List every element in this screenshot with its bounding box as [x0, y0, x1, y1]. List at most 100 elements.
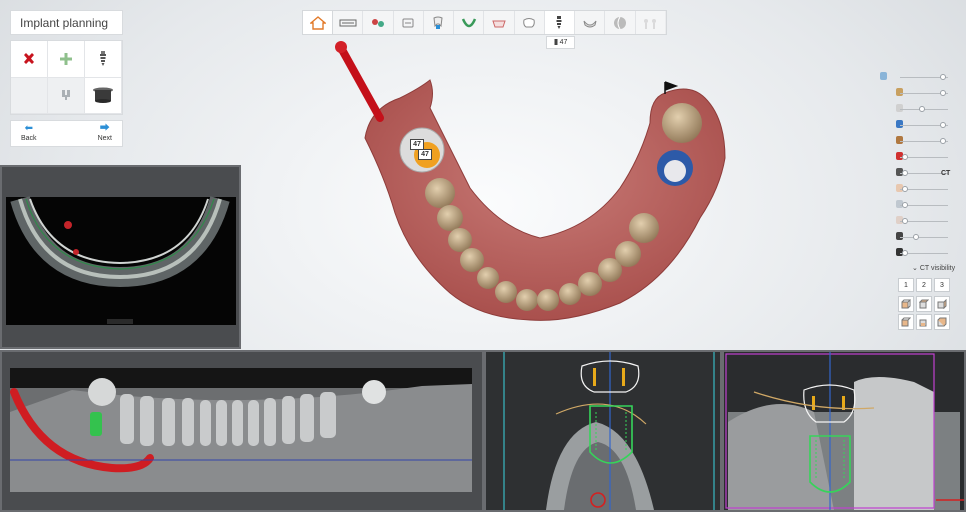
tooth-icon [523, 17, 535, 27]
home-button[interactable] [303, 11, 333, 34]
visibility-slider-4[interactable] [878, 120, 954, 130]
model-icon [402, 18, 414, 27]
panoramic-image [10, 368, 472, 492]
bottom-view-icon [919, 319, 927, 327]
jaw-model-icon [896, 88, 903, 96]
slider-track[interactable] [900, 237, 948, 238]
slider-knob[interactable] [902, 250, 909, 256]
back-view-icon [937, 317, 947, 327]
abutment-button[interactable] [48, 77, 85, 114]
slider-knob[interactable] [902, 170, 909, 176]
visibility-slider-12[interactable] [878, 248, 954, 258]
delete-implant-button[interactable] [11, 41, 48, 78]
visibility-slider-11[interactable] [878, 232, 954, 242]
layout-button-2[interactable]: 2 [916, 278, 932, 292]
segmentation-icon [371, 18, 384, 27]
step-tooth[interactable] [515, 11, 545, 34]
layout-buttons: 1 2 3 [898, 278, 950, 292]
tool-grid [10, 40, 123, 115]
guide-visibility-icon [896, 136, 903, 144]
layout-button-1[interactable]: 1 [898, 278, 914, 292]
slider-knob[interactable] [902, 202, 909, 208]
right-view-button[interactable] [934, 296, 950, 312]
axial-ct-image [6, 196, 236, 325]
drill-axis[interactable] [335, 41, 384, 122]
view-cube-buttons [898, 296, 950, 330]
step-model[interactable] [394, 11, 424, 34]
visibility-sliders [878, 68, 958, 268]
slider-knob[interactable] [939, 74, 946, 80]
top-view-button[interactable] [898, 314, 914, 330]
axial-ct-view[interactable] [0, 165, 241, 349]
step-guide[interactable] [575, 11, 606, 34]
implant-visibility-icon [880, 72, 887, 80]
slider-knob[interactable] [902, 186, 909, 192]
sleeve-button[interactable] [85, 77, 122, 114]
step-sphere[interactable] [605, 11, 636, 34]
sphere-icon [614, 16, 627, 29]
slider-knob[interactable] [918, 106, 925, 112]
slider-knob[interactable] [939, 122, 946, 128]
back-label: Back [21, 135, 37, 142]
implant-pano-marker[interactable] [90, 412, 102, 436]
ct-slider-label: CT [941, 170, 951, 177]
front-view-button[interactable] [898, 296, 914, 312]
add-implant-button[interactable] [48, 41, 85, 78]
front-view-icon [901, 299, 911, 309]
implant-library-button[interactable] [85, 41, 122, 78]
right-view-icon [937, 299, 947, 309]
cross-section-image [486, 352, 720, 510]
home-icon [309, 15, 326, 30]
step-implant[interactable] [544, 11, 576, 34]
chevron-down-icon: ⌄ [912, 265, 918, 272]
step-crown[interactable] [484, 11, 515, 34]
visibility-slider-9[interactable] [878, 200, 954, 210]
tangential-view[interactable] [722, 350, 966, 512]
implant-step-icon [556, 15, 562, 29]
tooth-model-icon [896, 104, 903, 112]
guide-icon [583, 20, 597, 27]
ct-visibility-toggle[interactable]: ⌄ CT visibility [912, 264, 955, 272]
sleeve-icon [93, 87, 113, 104]
left-view-icon [919, 299, 929, 309]
workflow-toolbar [302, 10, 667, 35]
visibility-slider-8[interactable] [878, 184, 954, 194]
tooth-select-icon [433, 16, 443, 29]
visibility-slider-1[interactable] [878, 72, 954, 82]
bottom-view-button[interactable] [916, 314, 932, 330]
panoramic-view[interactable] [0, 350, 484, 512]
step-arch[interactable] [454, 11, 485, 34]
visibility-slider-2[interactable] [878, 88, 954, 98]
slider-knob[interactable] [939, 138, 946, 144]
export-icon [644, 18, 657, 29]
ct-visibility-label: CT visibility [919, 265, 956, 272]
tangential-image [724, 352, 964, 510]
slider-knob[interactable] [902, 218, 909, 224]
arrow-right-icon: ⮕ [99, 123, 110, 134]
back-view-button[interactable] [934, 314, 950, 330]
guide-sleeve-right [657, 150, 693, 186]
visibility-slider-5[interactable] [878, 136, 954, 146]
sleeve-visibility-icon [896, 120, 903, 128]
arch-icon [461, 17, 476, 27]
cross-section-view[interactable] [484, 350, 722, 512]
back-button[interactable]: ⬅ Back [21, 123, 37, 144]
visibility-slider-10[interactable] [878, 216, 954, 226]
visibility-slider-6[interactable] [878, 152, 954, 162]
visibility-slider-3[interactable] [878, 104, 954, 114]
slider-knob[interactable] [912, 234, 919, 240]
jaw-3d-viewport[interactable] [330, 38, 750, 338]
left-view-button[interactable] [916, 296, 932, 312]
brightness-icon [896, 232, 903, 240]
step-segmentation[interactable] [363, 11, 394, 34]
next-button[interactable]: ⮕ Next [98, 123, 112, 144]
step-tooth-select[interactable] [424, 11, 455, 34]
layout-button-3[interactable]: 3 [934, 278, 950, 292]
slider-knob[interactable] [902, 154, 909, 160]
delete-icon [24, 52, 34, 64]
step-export[interactable] [636, 11, 666, 34]
step-scan[interactable] [333, 11, 364, 34]
slider-knob[interactable] [939, 90, 946, 96]
arrow-left-icon: ⬅ [24, 123, 33, 134]
scan-icon [339, 19, 357, 26]
